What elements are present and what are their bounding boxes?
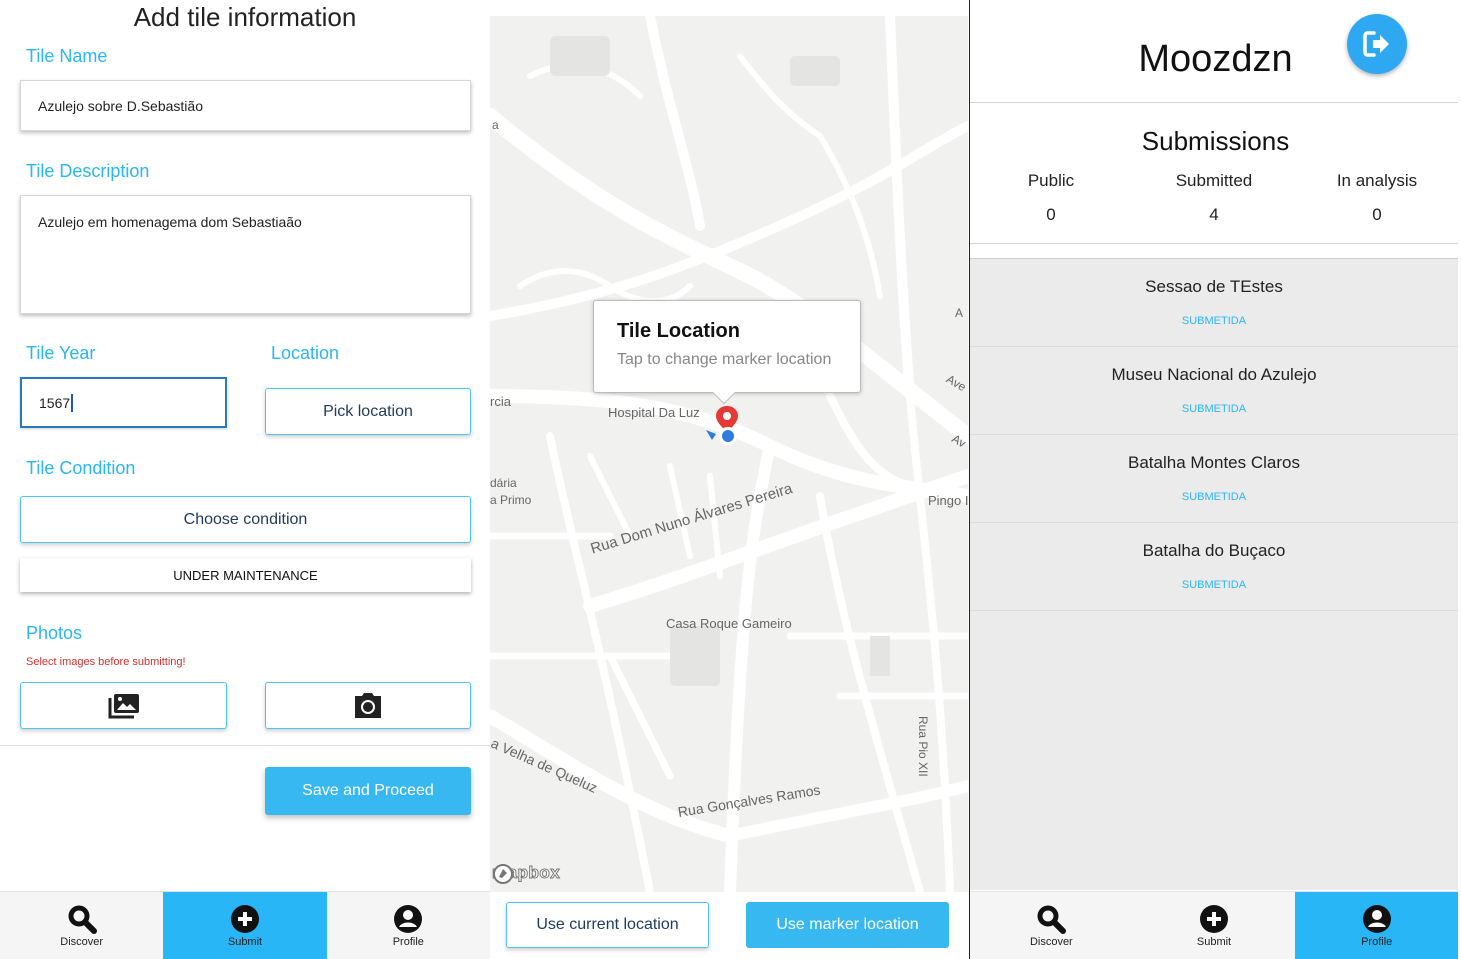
list-item[interactable]: Museu Nacional do Azulejo SUBMETIDA bbox=[970, 347, 1458, 435]
stat-in-analysis-value: 0 bbox=[1372, 205, 1382, 224]
save-and-proceed-label: Save and Proceed bbox=[302, 782, 434, 799]
map-view[interactable]: Hospital Da Luz Rua Dom Nuno Álvares Per… bbox=[490, 16, 968, 892]
tile-location-popup[interactable]: Tile Location Tap to change marker locat… bbox=[593, 300, 861, 405]
location-label: Location bbox=[271, 343, 340, 363]
list-item-title: Batalha do Buçaco bbox=[1142, 541, 1286, 560]
tile-year-input[interactable]: 1567 bbox=[20, 377, 227, 428]
nav-submit[interactable]: Submit bbox=[163, 892, 327, 959]
list-item-title: Sessao de TEstes bbox=[1145, 277, 1283, 296]
list-item[interactable]: Batalha do Buçaco SUBMETIDA bbox=[970, 523, 1458, 611]
list-item[interactable]: Sessao de TEstes SUBMETIDA bbox=[970, 259, 1458, 347]
map-label-edge-a: a bbox=[492, 118, 499, 132]
mapbox-icon bbox=[493, 864, 513, 884]
stat-in-analysis-label: In analysis bbox=[1336, 171, 1418, 190]
selected-condition[interactable]: UNDER MAINTENANCE bbox=[20, 558, 471, 592]
tile-year-label: Tile Year bbox=[26, 343, 96, 363]
map-label-edge-av-1: A bbox=[955, 306, 964, 320]
tile-name-label: Tile Name bbox=[26, 46, 108, 66]
stat-public-label: Public bbox=[1027, 171, 1075, 190]
gallery-button[interactable] bbox=[20, 682, 227, 729]
stat-submitted-label: Submitted bbox=[1175, 171, 1253, 190]
map-picker-screen: Hospital Da Luz Rua Dom Nuno Álvares Per… bbox=[490, 0, 968, 959]
use-current-location-button[interactable]: Use current location bbox=[506, 902, 709, 948]
photos-error: Select images before submitting! bbox=[26, 656, 186, 668]
popup-subtitle: Tap to change marker location bbox=[617, 351, 832, 368]
status-badge: SUBMETIDA bbox=[1181, 579, 1247, 591]
camera-icon bbox=[355, 692, 381, 718]
tile-name-input[interactable]: Azulejo sobre D.Sebastião bbox=[20, 80, 471, 131]
selected-condition-label: UNDER MAINTENANCE bbox=[173, 567, 318, 583]
add-circle-icon bbox=[230, 904, 259, 933]
map-streets bbox=[490, 16, 968, 892]
status-badge: SUBMETIDA bbox=[1181, 491, 1247, 503]
map-label-hospital: Hospital Da Luz bbox=[608, 405, 700, 420]
popup-title: Tile Location bbox=[617, 320, 740, 342]
account-circle-icon bbox=[1362, 904, 1391, 933]
nav-submit-label: Submit bbox=[227, 935, 263, 948]
photo-library-icon bbox=[108, 693, 139, 718]
tile-description-input[interactable]: Azulejo em homenagema dom Sebastiaão bbox=[20, 195, 471, 314]
nav-discover[interactable]: Discover bbox=[970, 892, 1133, 959]
nav-profile-label: Profile bbox=[392, 935, 424, 948]
use-marker-location-label: Use marker location bbox=[776, 916, 919, 933]
add-circle-icon bbox=[1200, 904, 1228, 933]
map-label-casa: Casa Roque Gameiro bbox=[666, 616, 792, 631]
logout-icon bbox=[1363, 31, 1389, 57]
nav-discover[interactable]: Discover bbox=[0, 892, 163, 959]
stat-public-value: 0 bbox=[1046, 205, 1056, 224]
search-icon bbox=[68, 905, 97, 934]
status-badge: SUBMETIDA bbox=[1181, 403, 1247, 415]
map-label-rcia: rcia bbox=[490, 394, 511, 409]
logout-button[interactable] bbox=[1347, 14, 1407, 74]
map-label-pingo: Pingo I bbox=[928, 493, 968, 508]
nav-profile[interactable]: Profile bbox=[327, 892, 490, 959]
status-badge: SUBMETIDA bbox=[1181, 315, 1247, 327]
stats-divider bbox=[970, 243, 1458, 244]
marker-pin-icon[interactable] bbox=[706, 404, 746, 454]
section-divider bbox=[0, 745, 490, 746]
tile-description-label: Tile Description bbox=[26, 161, 150, 181]
list-item-title: Museu Nacional do Azulejo bbox=[1111, 365, 1317, 384]
map-label-primo: a Primo bbox=[490, 493, 532, 507]
use-current-location-label: Use current location bbox=[536, 916, 679, 933]
tile-year-value: 1567 bbox=[39, 394, 71, 411]
nav-submit-label: Submit bbox=[1196, 935, 1232, 948]
list-item-title: Batalha Montes Claros bbox=[1128, 453, 1300, 472]
nav-profile[interactable]: Profile bbox=[1295, 892, 1459, 959]
mapbox-logo: mapbox bbox=[491, 863, 560, 884]
page-title: Add tile information bbox=[133, 2, 357, 32]
pick-location-label: Pick location bbox=[323, 402, 413, 420]
nav-discover-label: Discover bbox=[1029, 935, 1073, 948]
map-footer: Use current location Use marker location bbox=[490, 892, 968, 959]
tile-condition-label: Tile Condition bbox=[26, 458, 136, 478]
header-divider bbox=[970, 102, 1458, 103]
profile-screen: Moozdzn Submissions Public Submitted In … bbox=[969, 0, 1461, 959]
save-and-proceed-button[interactable]: Save and Proceed bbox=[265, 767, 471, 815]
search-icon bbox=[1037, 905, 1067, 934]
tile-name-value: Azulejo sobre D.Sebastião bbox=[38, 97, 203, 114]
camera-button[interactable] bbox=[265, 682, 471, 729]
nav-submit[interactable]: Submit bbox=[1133, 892, 1296, 959]
bottom-navigation: Discover Submit Profile bbox=[0, 891, 490, 959]
text-caret bbox=[71, 393, 74, 412]
choose-condition-label: Choose condition bbox=[183, 510, 308, 528]
nav-profile-label: Profile bbox=[1361, 935, 1393, 948]
tile-description-value: Azulejo em homenagema dom Sebastiaão bbox=[38, 214, 302, 230]
submissions-title: Submissions bbox=[1141, 126, 1290, 156]
add-tile-screen: Add tile information Tile Name Azulejo s… bbox=[0, 0, 490, 959]
account-circle-icon bbox=[394, 904, 423, 933]
map-label-daria: dária bbox=[490, 476, 517, 490]
use-marker-location-button[interactable]: Use marker location bbox=[746, 902, 949, 948]
nav-discover-label: Discover bbox=[60, 935, 104, 948]
list-item[interactable]: Batalha Montes Claros SUBMETIDA bbox=[970, 435, 1458, 523]
bottom-navigation: Discover Submit Profile bbox=[970, 891, 1459, 959]
stat-submitted-value: 4 bbox=[1209, 205, 1219, 224]
choose-condition-button[interactable]: Choose condition bbox=[20, 496, 471, 543]
photos-label: Photos bbox=[26, 623, 83, 643]
pick-location-button[interactable]: Pick location bbox=[265, 388, 471, 435]
submissions-list: Sessao de TEstes SUBMETIDA Museu Naciona… bbox=[970, 258, 1458, 890]
map-label-pio: Rua Pio XII bbox=[916, 716, 930, 777]
